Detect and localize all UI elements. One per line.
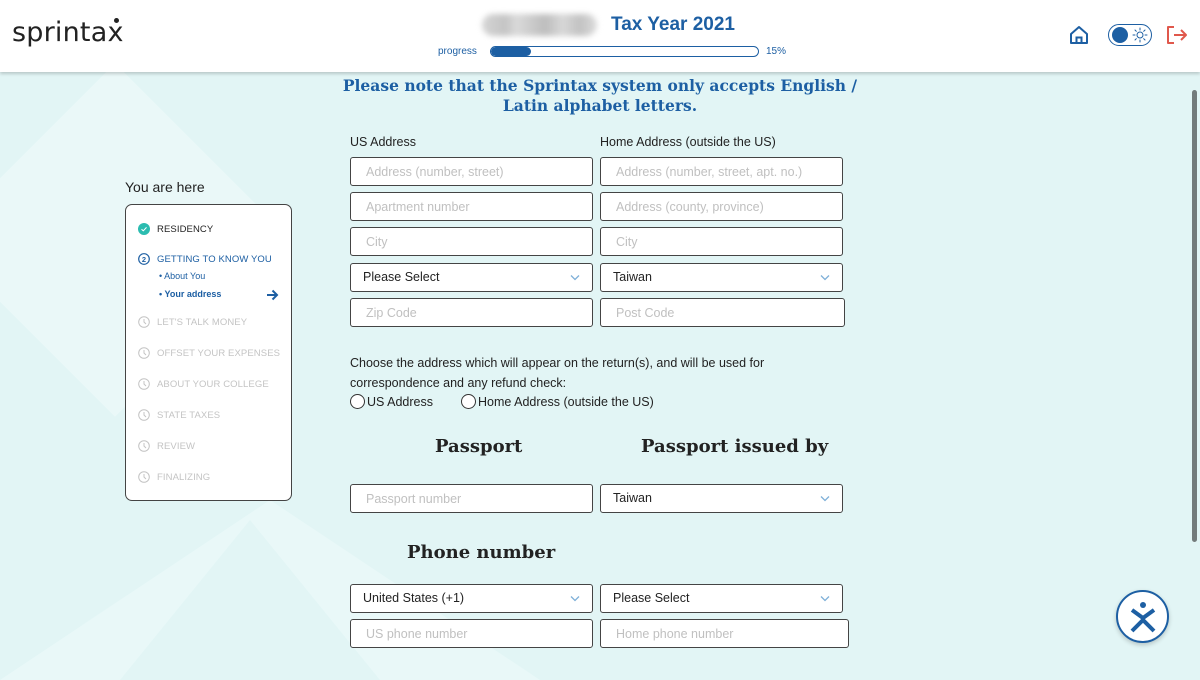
select-value: Please Select — [363, 270, 440, 284]
home-county-input[interactable] — [600, 192, 843, 221]
home-phone-input[interactable] — [600, 619, 849, 648]
home-icon[interactable] — [1068, 24, 1090, 46]
logout-icon[interactable] — [1165, 24, 1189, 46]
step-label: FINALIZING — [157, 471, 211, 483]
progress-percent: 15% — [766, 46, 787, 57]
help-chat-button[interactable] — [1116, 590, 1169, 643]
chevron-down-icon — [570, 275, 580, 281]
page-scrollbar[interactable] — [1192, 90, 1197, 542]
home-city-input[interactable] — [600, 227, 843, 256]
radio-label: Home Address (outside the US) — [478, 394, 654, 409]
step-label: REVIEW — [157, 440, 196, 452]
us-city-input[interactable] — [350, 227, 593, 256]
us-street-input[interactable] — [350, 157, 593, 186]
clock-icon — [138, 440, 150, 452]
latin-alphabet-notice: Please note that the Sprintax system onl… — [342, 76, 858, 115]
home-street-input[interactable] — [600, 157, 843, 186]
sprintax-help-icon — [1130, 602, 1156, 633]
blurred-user-name — [482, 14, 597, 36]
step-label: LET'S TALK MONEY — [157, 316, 248, 328]
clock-icon — [138, 471, 150, 483]
select-value: United States (+1) — [363, 591, 465, 605]
radio-us-address[interactable]: US Address — [350, 394, 433, 409]
progress-bar-fill — [491, 47, 532, 56]
address-choice-prompt: Choose the address which will appear on … — [350, 356, 765, 390]
step-label: OFFSET YOUR EXPENSES — [157, 347, 281, 359]
step-offset-your-expenses: OFFSET YOUR EXPENSES — [138, 347, 280, 359]
radio-home-address[interactable]: Home Address (outside the US) — [461, 394, 654, 409]
toggle-knob — [1112, 27, 1128, 43]
select-value: Please Select — [613, 591, 690, 605]
step-getting-to-know-you[interactable]: 2 GETTING TO KNOW YOU — [138, 253, 272, 265]
radio-circle[interactable] — [350, 394, 365, 409]
step-label: ABOUT YOUR COLLEGE — [157, 378, 269, 390]
steps-card: RESIDENCY 2 GETTING TO KNOW YOU • About … — [125, 204, 292, 501]
arrow-right-icon — [267, 289, 279, 301]
you-are-here-label: You are here — [125, 179, 205, 195]
theme-toggle[interactable] — [1108, 24, 1152, 46]
select-value: Taiwan — [613, 270, 652, 284]
chevron-down-icon — [570, 596, 580, 602]
step-about-your-college: ABOUT YOUR COLLEGE — [138, 378, 269, 390]
step-lets-talk-money: LET'S TALK MONEY — [138, 316, 247, 328]
us-apartment-input[interactable] — [350, 192, 593, 221]
phone-number-heading: Phone number — [407, 542, 556, 563]
us-zip-input[interactable] — [350, 298, 593, 327]
passport-issued-by-select[interactable]: Taiwan — [600, 484, 843, 513]
step-state-taxes: STATE TAXES — [138, 409, 220, 421]
clock-icon — [138, 409, 150, 421]
clock-icon — [138, 316, 150, 328]
us-address-label: US Address — [350, 135, 417, 149]
us-state-select[interactable]: Please Select — [350, 263, 593, 292]
home-country-select[interactable]: Taiwan — [600, 263, 843, 292]
clock-icon — [138, 378, 150, 390]
logo-x: x — [107, 17, 123, 48]
radio-label: US Address — [367, 394, 434, 409]
step-label: RESIDENCY — [157, 223, 214, 235]
us-phone-input[interactable] — [350, 619, 593, 648]
progress-bar — [490, 46, 759, 57]
background-triangle-inner — [120, 520, 380, 680]
sun-icon — [1132, 27, 1148, 43]
step-review: REVIEW — [138, 440, 195, 452]
clock-icon — [138, 347, 150, 359]
chevron-down-icon — [820, 275, 830, 281]
radio-circle[interactable] — [461, 394, 476, 409]
substep-about-you[interactable]: • About You — [159, 271, 205, 281]
top-header: sprintax Tax Year 2021 progress 15% — [0, 0, 1200, 72]
logo-dot — [113, 18, 119, 23]
home-post-code-input[interactable] — [600, 298, 845, 327]
passport-number-input[interactable] — [350, 484, 593, 513]
tax-year-title: Tax Year 2021 — [611, 14, 735, 35]
check-circle-icon — [138, 223, 150, 235]
passport-issued-by-heading: Passport issued by — [641, 436, 829, 457]
select-value: Taiwan — [613, 491, 652, 505]
step-label: GETTING TO KNOW YOU — [157, 253, 272, 265]
substep-your-address[interactable]: • Your address — [159, 289, 221, 299]
svg-text:2: 2 — [142, 255, 146, 264]
step-residency[interactable]: RESIDENCY — [138, 223, 213, 235]
home-phone-code-select[interactable]: Please Select — [600, 584, 843, 613]
chevron-down-icon — [820, 596, 830, 602]
progress-label: progress — [438, 46, 477, 57]
step-2-icon: 2 — [138, 253, 150, 265]
logo-text: sprinta — [12, 17, 108, 48]
chevron-down-icon — [820, 496, 830, 502]
step-label: STATE TAXES — [157, 409, 221, 421]
step-finalizing: FINALIZING — [138, 471, 210, 483]
passport-heading: Passport — [435, 436, 523, 457]
us-phone-code-select[interactable]: United States (+1) — [350, 584, 593, 613]
sprintax-logo[interactable]: sprintax — [12, 17, 124, 48]
home-address-label: Home Address (outside the US) — [600, 135, 776, 149]
